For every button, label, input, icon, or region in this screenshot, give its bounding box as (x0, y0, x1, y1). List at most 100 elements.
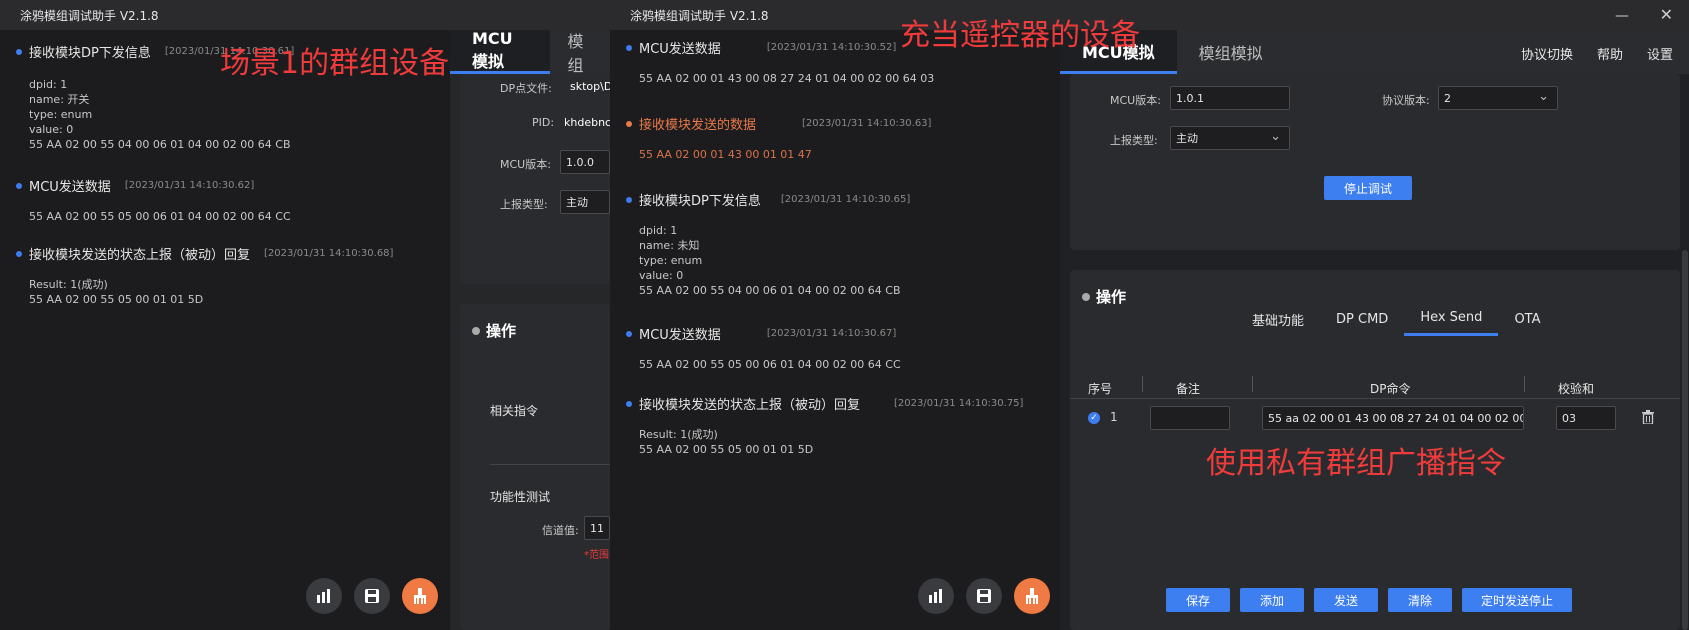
log-entry: MCU发送数据 [2023/01/31 14:10:30.67] 55 AA 02… (626, 324, 1056, 372)
subtab-dp-cmd[interactable]: DP CMD (1320, 302, 1404, 336)
log-line: 55 AA 02 00 55 05 00 06 01 04 00 02 00 6… (639, 358, 901, 371)
log-time: [2023/01/31 14:10:30.67] (766, 328, 897, 339)
bar-chart-icon (317, 589, 330, 603)
protocol-select[interactable]: 2 (1438, 86, 1558, 110)
mcu-version-value: 1.0.0 (566, 155, 594, 169)
table-row: ✓ 1 55 aa 02 00 01 43 00 08 27 24 01 04 … (1070, 398, 1680, 434)
clear-log-button[interactable] (402, 578, 438, 614)
trash-icon[interactable] (1642, 410, 1654, 424)
row-cmd-input[interactable]: 55 aa 02 00 01 43 00 08 27 24 01 04 00 0… (1262, 406, 1524, 430)
log-line: Result: 1(成功) (639, 428, 718, 441)
subtab-hex-send[interactable]: Hex Send (1404, 302, 1499, 336)
log-line: value: 0 (29, 123, 74, 136)
close-icon[interactable]: ✕ (1660, 5, 1673, 24)
log-line: 55 AA 02 00 55 05 00 01 01 5D (639, 443, 814, 456)
report-type-value: 主动 (566, 196, 588, 209)
right-log-panel: MCU发送数据 [2023/01/31 14:10:30.52] 55 AA 02… (610, 30, 1060, 630)
log-title: 接收模块DP下发信息 (639, 194, 761, 209)
save-log-button[interactable] (966, 578, 1002, 614)
log-title: MCU发送数据 (639, 42, 721, 57)
subtab-ota[interactable]: OTA (1498, 302, 1556, 336)
mcu-version-input[interactable]: 1.0.1 (1170, 86, 1290, 110)
tab-module-sim[interactable]: 模组模拟 (1177, 30, 1285, 74)
bar-chart-icon (929, 589, 942, 603)
report-type-label: 上报类型: (500, 198, 548, 211)
protocol-label: 协议版本: (1382, 94, 1430, 107)
col-index: 序号 (1088, 382, 1113, 396)
operation-header: 操作 (1082, 286, 1126, 307)
log-line: value: 0 (639, 269, 684, 282)
log-line: name: 开关 (29, 93, 90, 106)
send-button[interactable]: 发送 (1314, 588, 1378, 612)
action-buttons: 保存 添加 发送 清除 定时发送停止 (1166, 588, 1572, 612)
stop-debug-button[interactable]: 停止调试 (1324, 176, 1412, 200)
menu-help[interactable]: 帮助 (1597, 44, 1623, 63)
log-title: 接收模块发送的数据 (639, 118, 757, 133)
row-checksum-input[interactable]: 03 (1556, 406, 1616, 430)
operation-card: 操作 基础功能 DP CMD Hex Send OTA 序号 备注 DP命令 校… (1070, 270, 1680, 630)
chart-button[interactable] (918, 578, 954, 614)
floppy-icon (977, 589, 991, 603)
col-divider (1252, 376, 1253, 392)
menu-protocol-switch[interactable]: 协议切换 (1521, 44, 1573, 63)
subtab-basic[interactable]: 基础功能 (1236, 302, 1320, 336)
log-line: dpid: 1 (639, 224, 678, 237)
annotation-private-group: 使用私有群组广播指令 (1206, 446, 1506, 481)
tab-module-sim[interactable]: 模组 (550, 30, 610, 75)
annotation-scene1: 场景1的群组设备 (220, 46, 450, 81)
report-type-select[interactable]: 主动 (1170, 126, 1290, 150)
log-time: [2023/01/31 14:10:30.63] (802, 118, 932, 129)
related-cmd-label: 相关指令 (490, 404, 539, 418)
minimize-icon[interactable]: — (1615, 8, 1629, 24)
save-button[interactable]: 保存 (1166, 588, 1230, 612)
chart-button[interactable] (306, 578, 342, 614)
pid-label: PID: (532, 116, 555, 129)
menu-settings[interactable]: 设置 (1647, 44, 1673, 63)
log-time: [2023/01/31 14:10:30.52] (766, 42, 897, 53)
log-time: [2023/01/31 14:10:30.65] (780, 194, 911, 205)
log-title: MCU发送数据 (29, 180, 111, 195)
save-log-button[interactable] (354, 578, 390, 614)
row-note-input[interactable] (1150, 406, 1230, 430)
mcu-version-input[interactable]: 1.0.0 (560, 150, 610, 174)
add-button[interactable]: 添加 (1240, 588, 1304, 612)
operation-subtabs: 基础功能 DP CMD Hex Send OTA (1236, 302, 1557, 336)
scrollbar[interactable] (1682, 250, 1688, 630)
log-entry: 接收模块发送的数据 [2023/01/31 14:10:30.63] 55 AA … (626, 114, 1056, 162)
log-title: 接收模块发送的状态上报（被动）回复 (639, 398, 861, 413)
dp-file-label: DP点文件: (500, 82, 552, 95)
log-line: name: 未知 (639, 239, 700, 252)
log-title: 接收模块DP下发信息 (29, 46, 151, 61)
right-tabbar: MCU模拟 模组模拟 协议切换 帮助 设置 (1060, 30, 1689, 74)
blue-dot-icon (626, 44, 632, 51)
log-line: 55 AA 02 00 55 04 00 06 01 04 00 02 00 6… (639, 284, 901, 297)
top-menu: 协议切换 帮助 设置 (1521, 44, 1673, 63)
mcu-version-label: MCU版本: (500, 158, 551, 171)
check-icon[interactable]: ✓ (1088, 412, 1100, 424)
channel-label: 信道值: (542, 524, 579, 537)
row-cmd-value: 55 aa 02 00 01 43 00 08 27 24 01 04 00 0… (1268, 411, 1524, 425)
blue-dot-icon (626, 330, 632, 337)
tab-mcu-sim[interactable]: MCU模拟 (450, 29, 550, 74)
cube-icon (472, 326, 480, 335)
left-config-card: DP点文件: sktop\D PID: khdebnc MCU版本: 1.0.0… (460, 74, 612, 284)
clear-log-button[interactable] (1014, 578, 1050, 614)
log-time: [2023/01/31 14:10:30.75] (894, 398, 1024, 409)
row-index: 1 (1110, 410, 1118, 424)
report-type-select[interactable]: 主动 (560, 190, 610, 214)
row-checksum-value: 03 (1562, 411, 1576, 425)
channel-input[interactable]: 11 (584, 516, 610, 540)
operation-title: 操作 (486, 322, 517, 340)
blue-dot-icon (626, 400, 632, 407)
floppy-icon (365, 589, 379, 603)
clear-button[interactable]: 清除 (1388, 588, 1452, 612)
log-line: 55 AA 02 00 55 05 00 01 01 5D (29, 293, 204, 306)
pid-value: khdebnc (564, 116, 612, 129)
col-checksum: 校验和 (1558, 382, 1595, 396)
log-line: 55 AA 02 00 55 04 00 06 01 04 00 02 00 6… (29, 138, 291, 151)
right-window: 涂鸦模组调试助手 V2.1.8 — ✕ 充当遥控器的设备 MCU发送数据 [202… (610, 0, 1689, 630)
col-dp-cmd: DP命令 (1370, 382, 1411, 396)
timed-send-stop-button[interactable]: 定时发送停止 (1462, 588, 1572, 612)
left-title-bar: 涂鸦模组调试助手 V2.1.8 (0, 0, 610, 30)
blue-dot-icon (626, 196, 632, 203)
